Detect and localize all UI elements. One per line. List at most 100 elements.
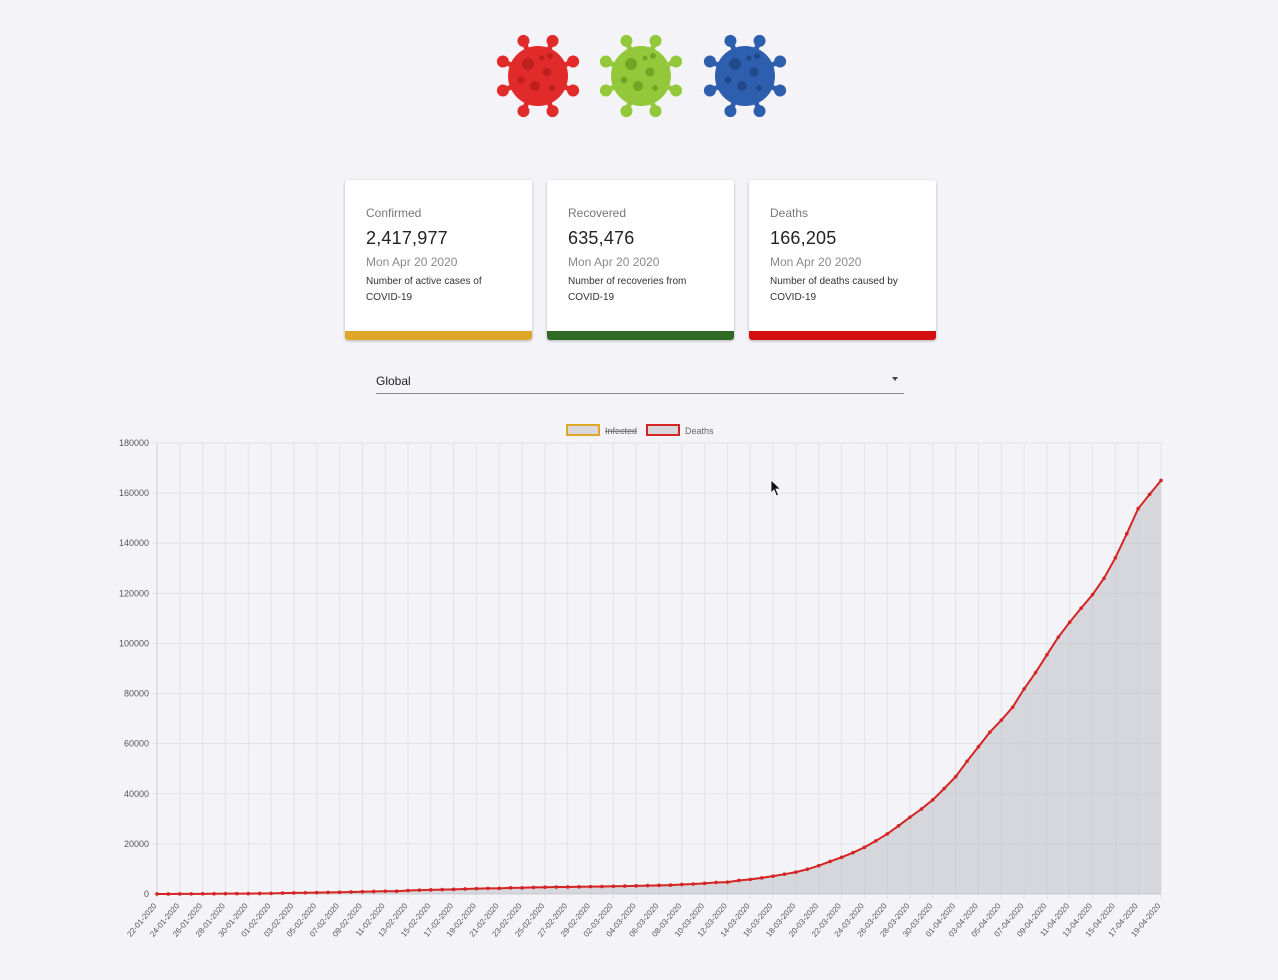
confirmed-card: Confirmed 2,417,977 Mon Apr 20 2020 Numb… xyxy=(345,180,532,340)
data-point xyxy=(269,891,273,896)
data-point xyxy=(725,880,730,884)
y-tick-label: 180000 xyxy=(119,438,149,448)
mouse-cursor-icon xyxy=(770,479,782,497)
data-point xyxy=(565,885,570,889)
data-point xyxy=(988,730,992,734)
card-date: Mon Apr 20 2020 xyxy=(366,255,458,269)
data-point xyxy=(1136,506,1140,511)
card-date: Mon Apr 20 2020 xyxy=(568,255,660,269)
data-point xyxy=(622,884,627,888)
card-title: Deaths xyxy=(770,206,809,220)
cases-chart: 0 20000 40000 60000 80000 100000 120000 140000 1… xyxy=(100,418,1180,978)
data-point xyxy=(805,867,810,872)
data-point xyxy=(737,878,741,883)
data-point xyxy=(1056,635,1061,639)
card-value: 166,205 xyxy=(770,228,837,248)
data-point xyxy=(235,891,239,896)
data-point xyxy=(429,888,433,892)
data-point xyxy=(976,744,981,749)
data-point xyxy=(349,890,353,894)
card-title: Recovered xyxy=(568,206,627,220)
data-point xyxy=(1090,592,1095,597)
data-point xyxy=(771,874,775,878)
data-point xyxy=(360,889,365,894)
data-point xyxy=(851,850,855,855)
data-point xyxy=(1010,705,1015,709)
data-point xyxy=(292,891,296,895)
data-point xyxy=(1147,492,1152,497)
card-value: 2,417,977 xyxy=(366,228,448,248)
data-point xyxy=(440,887,445,892)
data-point xyxy=(645,883,650,888)
data-point xyxy=(417,888,422,892)
card-value: 635,476 xyxy=(568,228,635,248)
data-point xyxy=(668,883,673,887)
virus-green-icon xyxy=(599,34,683,118)
legend-label: Deaths xyxy=(685,426,714,436)
chevron-down-icon xyxy=(892,377,898,381)
data-point xyxy=(394,889,399,893)
card-description: Number of active cases of COVID-19 xyxy=(366,276,482,303)
region-select-value: Global xyxy=(376,374,411,388)
data-point xyxy=(246,891,251,896)
data-point xyxy=(451,887,456,892)
data-point xyxy=(337,890,342,894)
virus-blue-icon xyxy=(703,34,787,118)
data-point xyxy=(600,884,604,889)
data-point xyxy=(155,892,159,896)
y-tick-label: 120000 xyxy=(119,588,149,598)
virus-icon-row xyxy=(0,28,1278,128)
data-point xyxy=(371,889,376,894)
card-color-bar xyxy=(547,331,734,340)
data-point xyxy=(885,832,889,836)
stats-cards: Confirmed 2,417,977 Mon Apr 20 2020 Numb… xyxy=(345,180,937,340)
region-select[interactable]: Global xyxy=(376,368,904,394)
data-point xyxy=(873,839,878,843)
data-point xyxy=(896,824,901,828)
data-point xyxy=(816,863,821,868)
recovered-card: Recovered 635,476 Mon Apr 20 2020 Number… xyxy=(547,180,734,340)
y-tick-label: 0 xyxy=(144,889,149,899)
data-point xyxy=(702,881,707,886)
data-point xyxy=(1079,606,1083,610)
card-color-bar xyxy=(345,331,532,340)
data-point xyxy=(1124,531,1129,536)
legend-label: Infected xyxy=(605,426,637,436)
y-tick-label: 100000 xyxy=(119,638,149,648)
data-point xyxy=(1045,653,1049,657)
y-tick-label: 20000 xyxy=(124,839,149,849)
virus-red-icon xyxy=(496,34,580,118)
data-point xyxy=(178,892,182,896)
card-color-bar xyxy=(749,331,936,340)
data-point xyxy=(474,886,479,891)
data-point xyxy=(497,886,502,891)
chart-svg: 0 20000 40000 60000 80000 100000 120000 140000 1… xyxy=(119,424,1163,939)
data-point xyxy=(782,872,787,876)
data-point xyxy=(1102,576,1106,581)
data-point xyxy=(1022,687,1026,691)
data-point xyxy=(691,882,696,886)
data-point xyxy=(965,759,969,764)
data-point xyxy=(200,892,205,896)
data-point xyxy=(166,892,171,896)
data-point xyxy=(280,891,285,895)
data-point xyxy=(531,885,536,890)
data-point xyxy=(748,877,753,882)
data-point xyxy=(657,883,661,888)
data-point xyxy=(611,884,616,889)
legend-item-deaths[interactable]: Deaths xyxy=(646,424,714,436)
data-point xyxy=(212,891,216,896)
data-point xyxy=(1033,670,1038,675)
data-point xyxy=(953,774,958,779)
data-point xyxy=(714,880,718,885)
data-point xyxy=(680,882,684,887)
data-point xyxy=(508,886,513,890)
card-date: Mon Apr 20 2020 xyxy=(770,255,862,269)
data-point xyxy=(257,891,262,896)
y-tick-label: 60000 xyxy=(124,739,149,749)
data-point xyxy=(520,886,524,890)
data-point xyxy=(543,885,547,890)
data-point xyxy=(223,891,228,896)
legend-item-infected[interactable]: Infected xyxy=(566,424,637,436)
y-tick-label: 160000 xyxy=(119,488,149,498)
